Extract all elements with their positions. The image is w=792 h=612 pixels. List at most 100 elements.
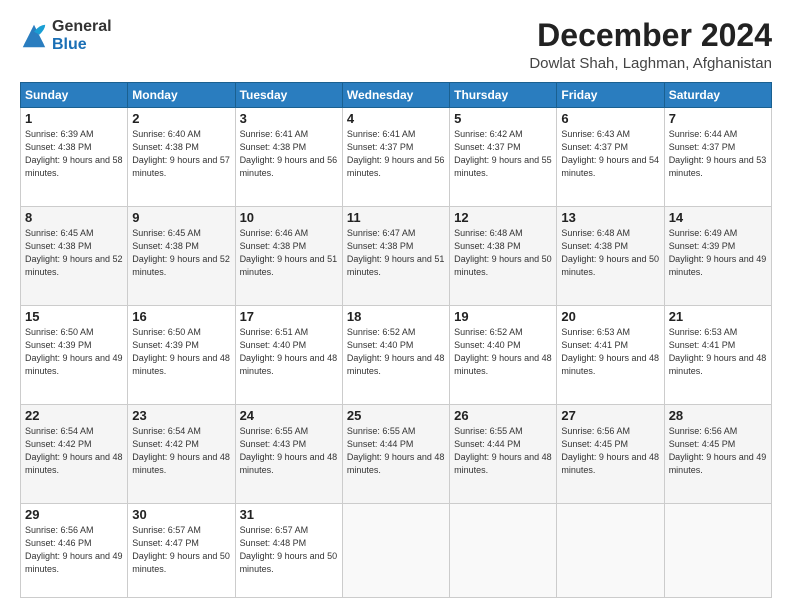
logo: General Blue <box>20 18 112 53</box>
calendar-header-tuesday: Tuesday <box>235 83 342 108</box>
day-number: 14 <box>669 210 767 225</box>
calendar-header-friday: Friday <box>557 83 664 108</box>
calendar-cell: 28 Sunrise: 6:56 AM Sunset: 4:45 PM Dayl… <box>664 404 771 503</box>
day-info: Sunrise: 6:57 AM Sunset: 4:47 PM Dayligh… <box>132 524 230 576</box>
day-info: Sunrise: 6:40 AM Sunset: 4:38 PM Dayligh… <box>132 128 230 180</box>
header: General Blue December 2024 Dowlat Shah, … <box>20 18 772 72</box>
day-info: Sunrise: 6:55 AM Sunset: 4:44 PM Dayligh… <box>454 425 552 477</box>
day-info: Sunrise: 6:39 AM Sunset: 4:38 PM Dayligh… <box>25 128 123 180</box>
calendar-cell: 30 Sunrise: 6:57 AM Sunset: 4:47 PM Dayl… <box>128 503 235 597</box>
calendar-cell <box>664 503 771 597</box>
calendar-header-saturday: Saturday <box>664 83 771 108</box>
day-number: 28 <box>669 408 767 423</box>
day-number: 25 <box>347 408 445 423</box>
day-info: Sunrise: 6:55 AM Sunset: 4:44 PM Dayligh… <box>347 425 445 477</box>
day-number: 9 <box>132 210 230 225</box>
day-number: 26 <box>454 408 552 423</box>
calendar-cell <box>557 503 664 597</box>
day-info: Sunrise: 6:47 AM Sunset: 4:38 PM Dayligh… <box>347 227 445 279</box>
day-number: 21 <box>669 309 767 324</box>
day-number: 5 <box>454 111 552 126</box>
day-info: Sunrise: 6:56 AM Sunset: 4:45 PM Dayligh… <box>561 425 659 477</box>
calendar-table: SundayMondayTuesdayWednesdayThursdayFrid… <box>20 82 772 598</box>
day-number: 10 <box>240 210 338 225</box>
day-info: Sunrise: 6:52 AM Sunset: 4:40 PM Dayligh… <box>454 326 552 378</box>
day-number: 11 <box>347 210 445 225</box>
day-number: 20 <box>561 309 659 324</box>
calendar-header-row: SundayMondayTuesdayWednesdayThursdayFrid… <box>21 83 772 108</box>
day-info: Sunrise: 6:41 AM Sunset: 4:38 PM Dayligh… <box>240 128 338 180</box>
calendar-cell: 2 Sunrise: 6:40 AM Sunset: 4:38 PM Dayli… <box>128 108 235 207</box>
calendar-header-sunday: Sunday <box>21 83 128 108</box>
calendar-cell: 17 Sunrise: 6:51 AM Sunset: 4:40 PM Dayl… <box>235 305 342 404</box>
day-number: 16 <box>132 309 230 324</box>
day-number: 4 <box>347 111 445 126</box>
calendar-cell: 25 Sunrise: 6:55 AM Sunset: 4:44 PM Dayl… <box>342 404 449 503</box>
calendar-cell: 10 Sunrise: 6:46 AM Sunset: 4:38 PM Dayl… <box>235 207 342 306</box>
calendar-cell: 29 Sunrise: 6:56 AM Sunset: 4:46 PM Dayl… <box>21 503 128 597</box>
day-info: Sunrise: 6:49 AM Sunset: 4:39 PM Dayligh… <box>669 227 767 279</box>
calendar-header-thursday: Thursday <box>450 83 557 108</box>
day-number: 31 <box>240 507 338 522</box>
day-number: 22 <box>25 408 123 423</box>
day-number: 15 <box>25 309 123 324</box>
day-number: 17 <box>240 309 338 324</box>
calendar-cell: 26 Sunrise: 6:55 AM Sunset: 4:44 PM Dayl… <box>450 404 557 503</box>
day-info: Sunrise: 6:52 AM Sunset: 4:40 PM Dayligh… <box>347 326 445 378</box>
calendar-cell: 4 Sunrise: 6:41 AM Sunset: 4:37 PM Dayli… <box>342 108 449 207</box>
title-area: December 2024 Dowlat Shah, Laghman, Afgh… <box>529 18 772 72</box>
day-info: Sunrise: 6:53 AM Sunset: 4:41 PM Dayligh… <box>561 326 659 378</box>
day-info: Sunrise: 6:50 AM Sunset: 4:39 PM Dayligh… <box>25 326 123 378</box>
day-info: Sunrise: 6:57 AM Sunset: 4:48 PM Dayligh… <box>240 524 338 576</box>
day-info: Sunrise: 6:54 AM Sunset: 4:42 PM Dayligh… <box>25 425 123 477</box>
calendar-cell: 16 Sunrise: 6:50 AM Sunset: 4:39 PM Dayl… <box>128 305 235 404</box>
calendar-cell: 31 Sunrise: 6:57 AM Sunset: 4:48 PM Dayl… <box>235 503 342 597</box>
calendar-cell: 6 Sunrise: 6:43 AM Sunset: 4:37 PM Dayli… <box>557 108 664 207</box>
calendar-week-row: 15 Sunrise: 6:50 AM Sunset: 4:39 PM Dayl… <box>21 305 772 404</box>
calendar-cell: 12 Sunrise: 6:48 AM Sunset: 4:38 PM Dayl… <box>450 207 557 306</box>
month-title: December 2024 <box>529 18 772 53</box>
day-info: Sunrise: 6:44 AM Sunset: 4:37 PM Dayligh… <box>669 128 767 180</box>
day-number: 12 <box>454 210 552 225</box>
day-number: 6 <box>561 111 659 126</box>
day-info: Sunrise: 6:48 AM Sunset: 4:38 PM Dayligh… <box>454 227 552 279</box>
logo-blue-text: Blue <box>52 36 112 54</box>
day-number: 1 <box>25 111 123 126</box>
calendar-cell <box>342 503 449 597</box>
day-info: Sunrise: 6:45 AM Sunset: 4:38 PM Dayligh… <box>25 227 123 279</box>
day-number: 29 <box>25 507 123 522</box>
day-number: 13 <box>561 210 659 225</box>
page: General Blue December 2024 Dowlat Shah, … <box>0 0 792 612</box>
calendar-week-row: 1 Sunrise: 6:39 AM Sunset: 4:38 PM Dayli… <box>21 108 772 207</box>
calendar-week-row: 8 Sunrise: 6:45 AM Sunset: 4:38 PM Dayli… <box>21 207 772 306</box>
calendar-cell: 11 Sunrise: 6:47 AM Sunset: 4:38 PM Dayl… <box>342 207 449 306</box>
day-info: Sunrise: 6:55 AM Sunset: 4:43 PM Dayligh… <box>240 425 338 477</box>
day-info: Sunrise: 6:48 AM Sunset: 4:38 PM Dayligh… <box>561 227 659 279</box>
day-number: 19 <box>454 309 552 324</box>
day-info: Sunrise: 6:46 AM Sunset: 4:38 PM Dayligh… <box>240 227 338 279</box>
calendar-week-row: 29 Sunrise: 6:56 AM Sunset: 4:46 PM Dayl… <box>21 503 772 597</box>
calendar-cell: 27 Sunrise: 6:56 AM Sunset: 4:45 PM Dayl… <box>557 404 664 503</box>
calendar-cell: 22 Sunrise: 6:54 AM Sunset: 4:42 PM Dayl… <box>21 404 128 503</box>
calendar-cell: 1 Sunrise: 6:39 AM Sunset: 4:38 PM Dayli… <box>21 108 128 207</box>
calendar-cell: 9 Sunrise: 6:45 AM Sunset: 4:38 PM Dayli… <box>128 207 235 306</box>
day-info: Sunrise: 6:56 AM Sunset: 4:46 PM Dayligh… <box>25 524 123 576</box>
logo-text: General Blue <box>52 18 112 53</box>
location: Dowlat Shah, Laghman, Afghanistan <box>529 55 772 72</box>
calendar-cell: 18 Sunrise: 6:52 AM Sunset: 4:40 PM Dayl… <box>342 305 449 404</box>
calendar-cell: 8 Sunrise: 6:45 AM Sunset: 4:38 PM Dayli… <box>21 207 128 306</box>
calendar-cell: 5 Sunrise: 6:42 AM Sunset: 4:37 PM Dayli… <box>450 108 557 207</box>
day-number: 8 <box>25 210 123 225</box>
day-info: Sunrise: 6:41 AM Sunset: 4:37 PM Dayligh… <box>347 128 445 180</box>
day-info: Sunrise: 6:43 AM Sunset: 4:37 PM Dayligh… <box>561 128 659 180</box>
day-number: 30 <box>132 507 230 522</box>
calendar-cell <box>450 503 557 597</box>
day-info: Sunrise: 6:42 AM Sunset: 4:37 PM Dayligh… <box>454 128 552 180</box>
calendar-cell: 21 Sunrise: 6:53 AM Sunset: 4:41 PM Dayl… <box>664 305 771 404</box>
calendar-cell: 23 Sunrise: 6:54 AM Sunset: 4:42 PM Dayl… <box>128 404 235 503</box>
day-number: 3 <box>240 111 338 126</box>
day-number: 23 <box>132 408 230 423</box>
day-info: Sunrise: 6:51 AM Sunset: 4:40 PM Dayligh… <box>240 326 338 378</box>
day-info: Sunrise: 6:53 AM Sunset: 4:41 PM Dayligh… <box>669 326 767 378</box>
calendar-header-monday: Monday <box>128 83 235 108</box>
